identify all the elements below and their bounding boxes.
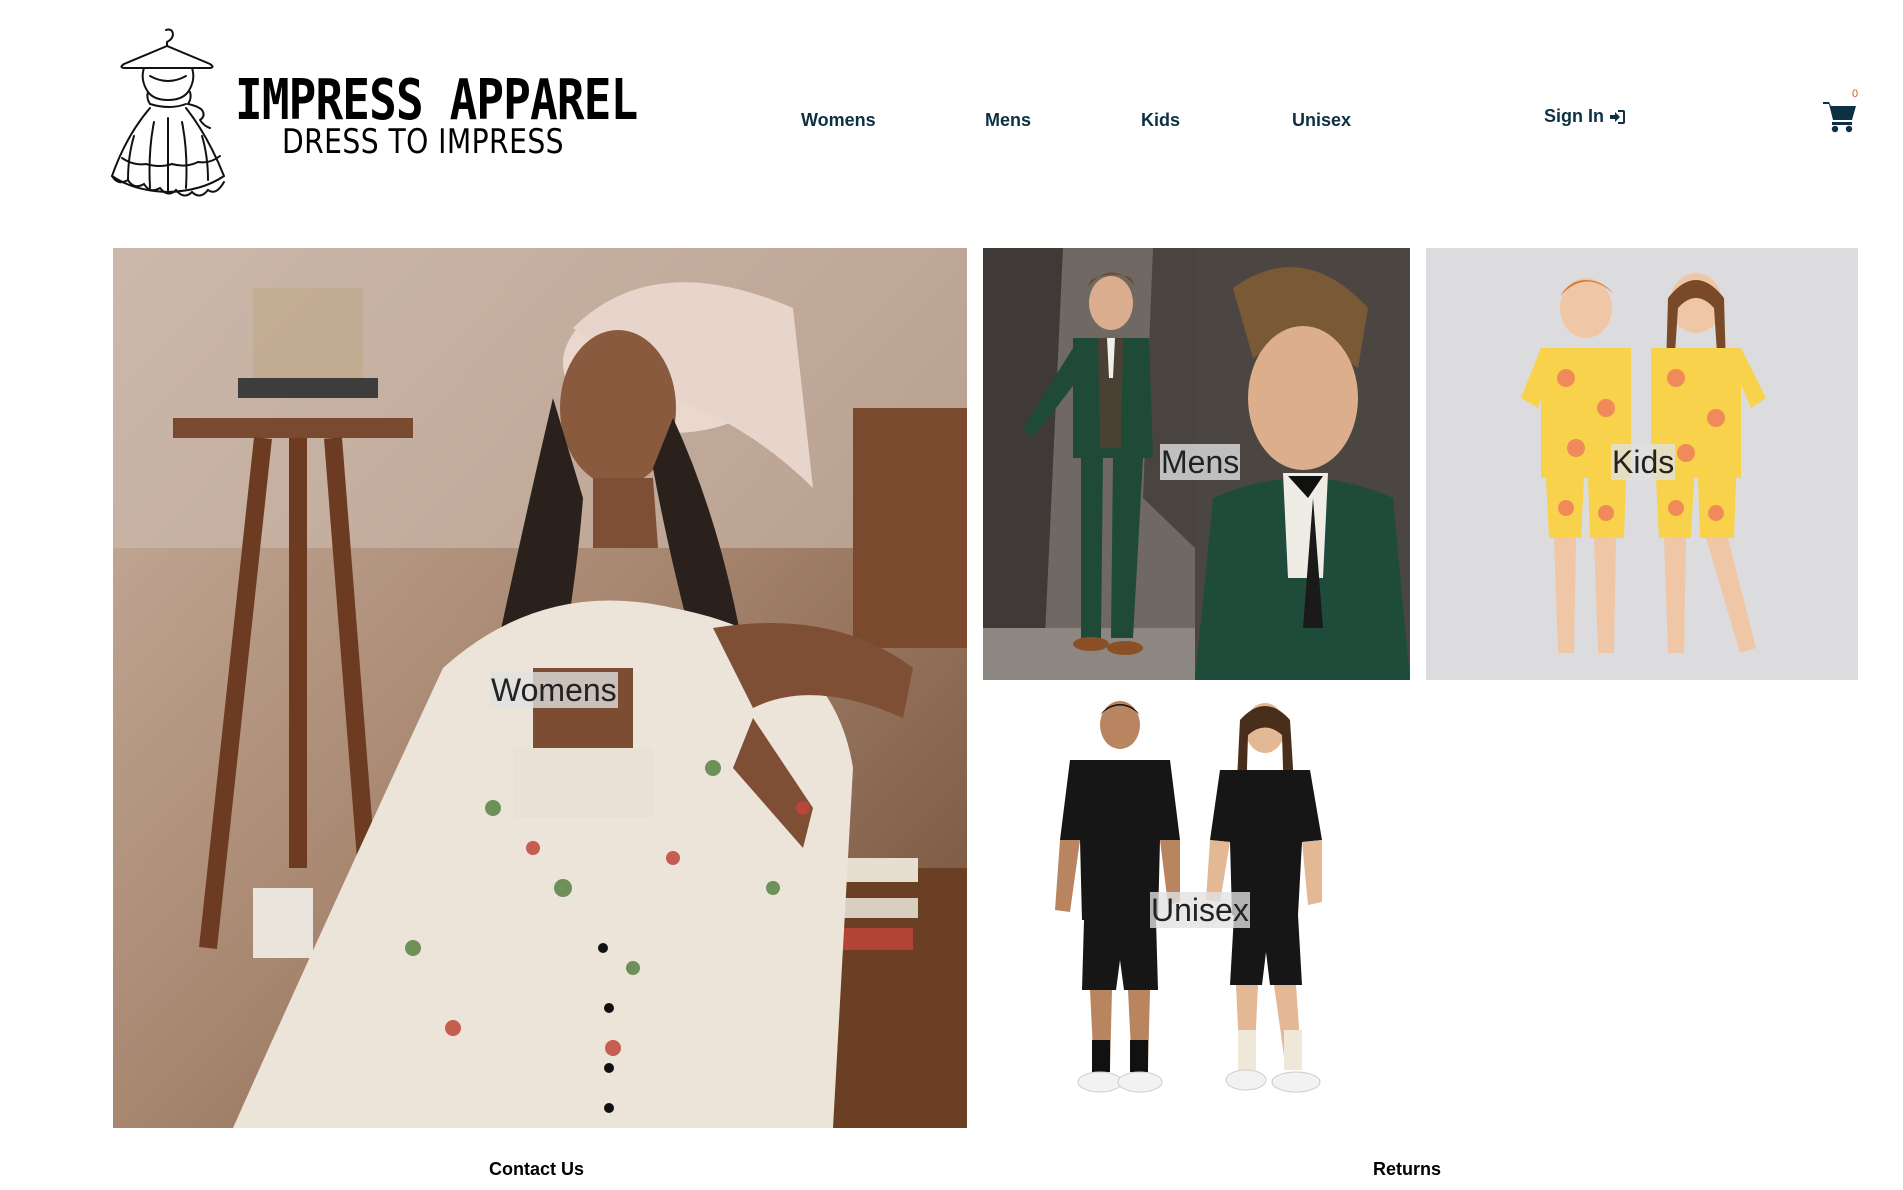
category-tile-mens[interactable]: Mens [983, 248, 1410, 680]
tile-label-mens: Mens [1160, 444, 1241, 480]
sign-in-label: Sign In [1544, 106, 1604, 126]
footer-contact-link[interactable]: Contact Us [489, 1159, 584, 1180]
category-tile-kids[interactable]: Kids [1426, 248, 1858, 680]
nav-mens-link[interactable]: Mens [985, 110, 1031, 131]
category-tile-unisex[interactable]: Unisex [1040, 690, 1360, 1130]
nav-womens-link[interactable]: Womens [801, 110, 876, 131]
nav-unisex-link[interactable]: Unisex [1292, 110, 1351, 131]
sign-in-icon [1610, 109, 1625, 124]
footer-returns-link[interactable]: Returns [1373, 1159, 1441, 1180]
nav-kids-link[interactable]: Kids [1141, 110, 1180, 131]
tile-label-womens: Womens [490, 672, 618, 708]
brand-tagline: DRESS TO IMPRESS [282, 122, 564, 162]
dress-on-hanger-icon [110, 28, 226, 197]
tile-label-unisex: Unisex [1150, 892, 1250, 928]
tile-label-kids: Kids [1611, 444, 1676, 480]
category-tile-womens[interactable]: Womens [113, 248, 967, 1128]
brand-logo[interactable]: IMPRESS APPAREL DRESS TO IMPRESS [104, 26, 638, 206]
shopping-cart-icon[interactable] [1822, 99, 1858, 133]
sign-in-link[interactable]: Sign In [1544, 106, 1625, 127]
